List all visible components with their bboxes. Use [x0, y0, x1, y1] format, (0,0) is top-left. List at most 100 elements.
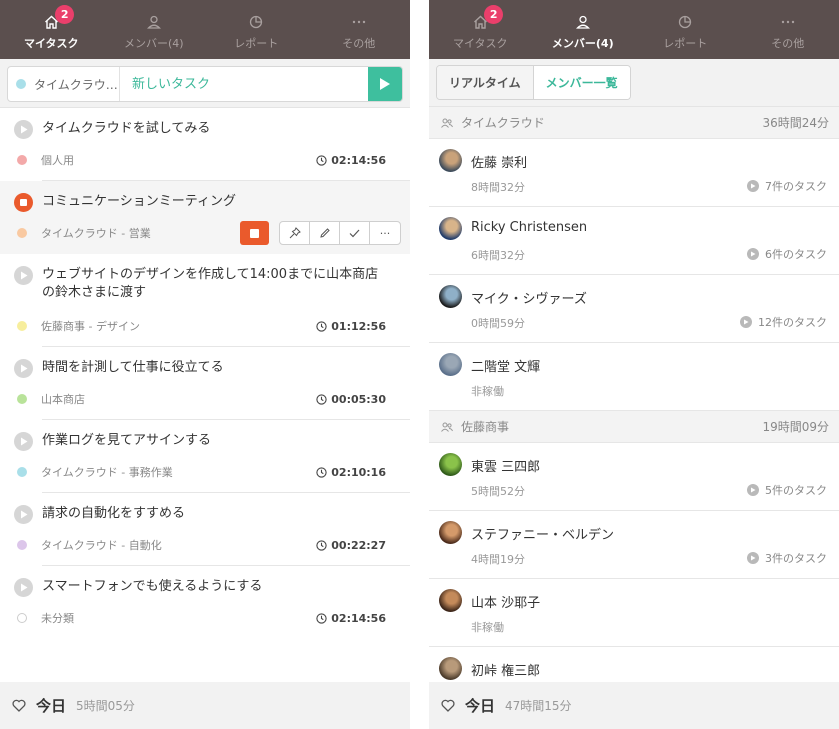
nav-my-tasks[interactable]: 2 マイタスク [0, 0, 103, 59]
group-total: 36時間24分 [762, 116, 829, 130]
project-select[interactable]: タイムクラウ… [8, 67, 120, 101]
start-task-button[interactable] [368, 67, 402, 101]
task-project: タイムクラウド - 自動化 [41, 539, 162, 552]
play-icon [747, 552, 759, 564]
task-duration: 01:12:56 [316, 320, 386, 333]
nav-members[interactable]: メンバー(4) [103, 0, 206, 59]
member-name: 東雲 三四郎 [471, 460, 541, 475]
member-name: マイク・シヴァーズ [471, 292, 587, 307]
group-total: 19時間09分 [762, 420, 829, 434]
project-color-dot [17, 613, 27, 623]
task-project: 佐藤商事 - デザイン [41, 320, 140, 333]
member-row[interactable]: ステファニー・ベルデン 4時間19分 3件のタスク [429, 511, 839, 579]
group-icon [441, 118, 453, 128]
play-task-button[interactable] [14, 432, 33, 451]
task-project: タイムクラウド - 事務作業 [41, 466, 173, 479]
member-task-count: 12件のタスク [740, 314, 827, 330]
task-count-text: 7件のタスク [765, 180, 827, 193]
nav-report[interactable]: レポート [634, 0, 737, 59]
task-item[interactable]: タイムクラウドを試してみる 個人用 02:14:56 [0, 108, 410, 181]
nav-label: マイタスク [23, 37, 79, 50]
project-select-label: タイムクラウ… [34, 77, 118, 92]
task-item[interactable]: ウェブサイトのデザインを作成して14:00までに山本商店の鈴木さまに渡す 佐藤商… [0, 254, 410, 347]
notification-badge: 2 [55, 5, 75, 24]
heart-icon [441, 699, 455, 712]
stop-timer-button[interactable] [240, 221, 269, 245]
today-total: 5時間05分 [76, 699, 135, 713]
clock-icon [316, 466, 327, 478]
more-button[interactable]: ··· [370, 222, 400, 244]
play-icon [740, 316, 752, 328]
project-color-dot [17, 321, 27, 331]
task-count-text: 6件のタスク [765, 248, 827, 261]
stop-task-button[interactable] [14, 193, 33, 212]
play-icon [747, 484, 759, 496]
task-project: 山本商店 [41, 393, 85, 406]
play-icon [747, 180, 759, 192]
notification-badge: 2 [484, 5, 504, 24]
complete-button[interactable] [340, 222, 370, 244]
more-icon [779, 14, 797, 30]
nav-my-tasks[interactable]: 2 マイタスク [429, 0, 532, 59]
duration-text: 00:05:30 [331, 392, 386, 406]
task-item[interactable]: スマートフォンでも使えるようにする 未分類 02:14:56 [0, 566, 410, 639]
duration-text: 02:10:16 [331, 465, 386, 479]
task-count-text: 3件のタスク [765, 552, 827, 565]
task-title: スマートフォンでも使えるようにする [42, 579, 263, 594]
members-panel: 2 マイタスク メンバー(4) レポート その他 リアルタイム メンバー一覧 タ… [429, 0, 839, 729]
group-header: 佐藤商事 19時間09分 [429, 411, 839, 443]
nav-members[interactable]: メンバー(4) [532, 0, 635, 59]
member-row[interactable]: 山本 沙耶子 非稼働 [429, 579, 839, 647]
today-footer: 今日 5時間05分 [0, 682, 410, 729]
nav-report[interactable]: レポート [205, 0, 308, 59]
play-task-button[interactable] [14, 266, 33, 285]
nav-more[interactable]: その他 [737, 0, 839, 59]
avatar [439, 149, 462, 172]
play-task-button[interactable] [14, 505, 33, 524]
member-time: 4時間19分 [471, 553, 525, 566]
task-actions: ··· [240, 221, 401, 245]
member-row[interactable]: マイク・シヴァーズ 0時間59分 12件のタスク [429, 275, 839, 343]
member-time: 6時間32分 [471, 249, 525, 262]
task-item[interactable]: 請求の自動化をすすめる タイムクラウド - 自動化 00:22:27 [0, 493, 410, 566]
tab-member-list[interactable]: メンバー一覧 [533, 66, 630, 99]
duration-text: 00:22:27 [331, 538, 386, 552]
member-task-count: 7件のタスク [747, 178, 827, 194]
view-toggle: リアルタイム メンバー一覧 [436, 65, 631, 100]
member-groups: タイムクラウド 36時間24分 佐藤 崇利 8時間32分 7件のタスク Ricky Chr… [429, 107, 839, 715]
stop-icon [250, 228, 259, 238]
nav-label: レポート [663, 37, 708, 50]
edit-button[interactable] [310, 222, 340, 244]
play-icon [20, 510, 27, 519]
member-row[interactable]: 二階堂 文輝 非稼働 [429, 343, 839, 411]
pin-button[interactable] [280, 222, 310, 244]
member-row[interactable]: 佐藤 崇利 8時間32分 7件のタスク [429, 139, 839, 207]
member-row[interactable]: Ricky Christensen 6時間32分 6件のタスク [429, 207, 839, 275]
task-list: タイムクラウドを試してみる 個人用 02:14:56 コミュニケーションミーティ… [0, 108, 410, 639]
play-icon [20, 437, 27, 446]
member-time: 8時間32分 [471, 181, 525, 194]
play-task-button[interactable] [14, 120, 33, 139]
task-title: 請求の自動化をすすめる [42, 506, 186, 521]
nav-more[interactable]: その他 [308, 0, 411, 59]
project-color-dot [17, 228, 27, 238]
task-duration: 02:14:56 [316, 154, 386, 167]
play-task-button[interactable] [14, 359, 33, 378]
task-item[interactable]: 時間を計測して仕事に役立てる 山本商店 00:05:30 [0, 347, 410, 420]
task-duration: 00:22:27 [316, 539, 386, 552]
task-item[interactable]: 作業ログを見てアサインする タイムクラウド - 事務作業 02:10:16 [0, 420, 410, 493]
nav-label: その他 [771, 37, 805, 50]
member-row[interactable]: 東雲 三四郎 5時間52分 5件のタスク [429, 443, 839, 511]
clock-icon [316, 154, 327, 166]
tab-realtime[interactable]: リアルタイム [437, 66, 534, 99]
duration-text: 02:14:56 [331, 611, 386, 625]
task-title: 作業ログを見てアサインする [42, 433, 212, 448]
play-task-button[interactable] [14, 578, 33, 597]
member-task-count: 3件のタスク [747, 550, 827, 566]
report-icon [676, 14, 694, 30]
new-task-input[interactable] [120, 67, 368, 101]
task-title: コミュニケーションミーティング [42, 194, 236, 209]
today-total: 47時間15分 [505, 699, 572, 713]
project-color-dot [17, 394, 27, 404]
task-item-running[interactable]: コミュニケーションミーティング タイムクラウド - 営業 ··· [0, 181, 410, 254]
